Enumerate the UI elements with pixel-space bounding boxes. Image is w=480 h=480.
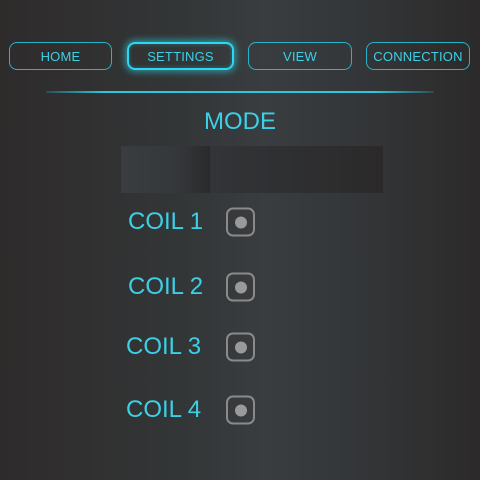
- mode-selector-left[interactable]: [121, 146, 210, 193]
- coil-4-toggle[interactable]: [226, 395, 255, 425]
- coil-3-toggle[interactable]: [226, 332, 255, 362]
- mode-selector-right[interactable]: [210, 146, 383, 193]
- coil-4-label: COIL 4: [126, 396, 202, 423]
- coil-1-indicator-icon: [234, 216, 247, 228]
- coil-3-label: COIL 3: [126, 333, 202, 360]
- coil-2-label: COIL 2: [128, 273, 204, 300]
- coil-2-toggle[interactable]: [226, 272, 255, 302]
- coil-1-toggle[interactable]: [226, 207, 255, 237]
- nav-view-button[interactable]: VIEW: [248, 42, 352, 70]
- coil-row-3: COIL 3: [0, 327, 480, 367]
- coil-row-1: COIL 1: [0, 202, 480, 242]
- nav-connection-button[interactable]: CONNECTION: [366, 42, 470, 70]
- coil-1-label: COIL 1: [128, 208, 204, 235]
- nav-settings-button[interactable]: SETTINGS: [127, 42, 234, 70]
- coil-row-2: COIL 2: [0, 267, 480, 307]
- mode-title: MODE: [204, 108, 276, 135]
- header-divider: [46, 91, 434, 93]
- coil-3-indicator-icon: [234, 341, 247, 353]
- coil-4-indicator-icon: [234, 404, 247, 416]
- coil-row-4: COIL 4: [0, 390, 480, 430]
- nav-home-button[interactable]: HOME: [9, 42, 112, 70]
- coil-2-indicator-icon: [234, 281, 247, 293]
